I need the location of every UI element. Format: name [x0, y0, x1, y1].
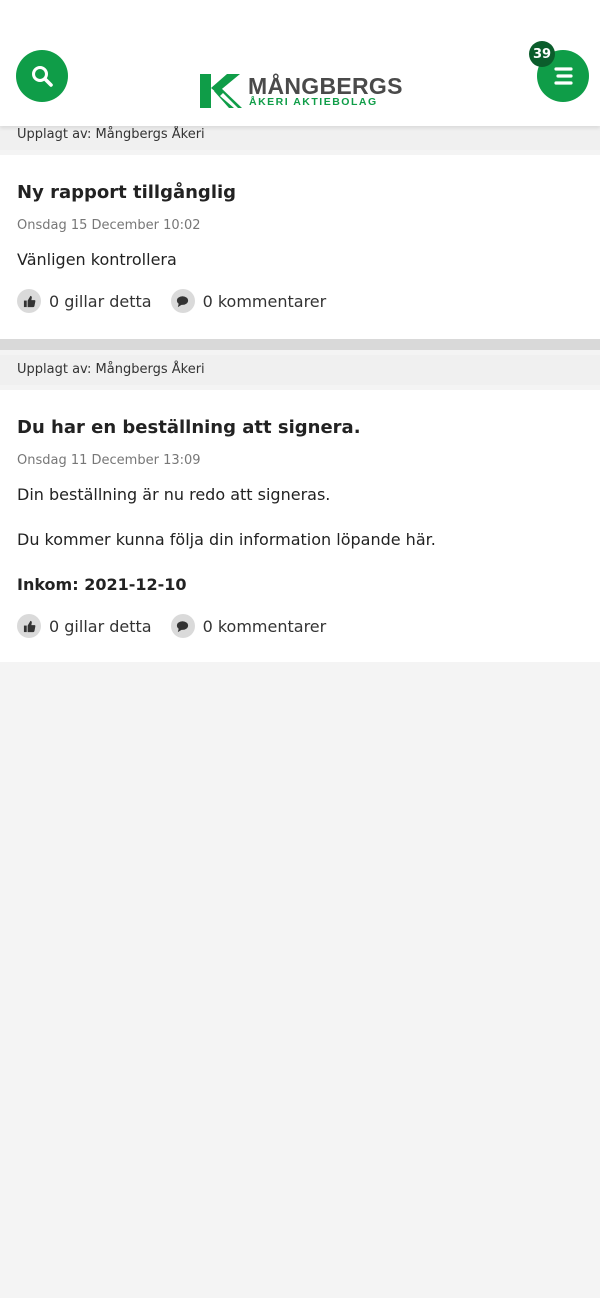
post-author-bar: Upplagt av: Mångbergs Åkeri [0, 355, 600, 385]
like-count: 0 gillar detta [49, 616, 152, 636]
post-card: Du har en beställning att signera. Onsda… [0, 390, 600, 662]
post-date: Onsdag 15 December 10:02 [17, 218, 201, 233]
post-actions: 0 gillar detta 0 kommentarer [17, 288, 345, 314]
post-date: Onsdag 11 December 13:09 [17, 453, 201, 468]
thumbs-up-icon [17, 289, 41, 313]
post-card: Ny rapport tillgånglig Onsdag 15 Decembe… [0, 155, 600, 339]
post-body-line: Din beställning är nu redo att signeras. [17, 485, 331, 504]
post-title: Du har en beställning att signera. [17, 417, 361, 438]
post-actions: 0 gillar detta 0 kommentarer [17, 613, 345, 639]
comment-count: 0 kommentarer [202, 616, 327, 636]
post-body: Vänligen kontrollera [17, 250, 177, 269]
like-count: 0 gillar detta [49, 291, 152, 311]
company-logo: MÅNGBERGS ÅKERI AKTIEBOLAG [200, 72, 408, 108]
post-author: Upplagt av: Mångbergs Åkeri [17, 127, 205, 142]
like-button[interactable]: 0 gillar detta [17, 614, 152, 638]
post-author: Upplagt av: Mångbergs Åkeri [17, 362, 205, 377]
comment-button[interactable]: 0 kommentarer [170, 289, 327, 313]
app-header: MÅNGBERGS ÅKERI AKTIEBOLAG 39 [0, 0, 600, 126]
search-icon [32, 66, 53, 87]
post-divider [0, 339, 600, 350]
post-received-date: Inkom: 2021-12-10 [17, 575, 187, 594]
thumbs-up-icon [17, 614, 41, 638]
comment-count: 0 kommentarer [202, 291, 327, 311]
logo-subtitle: ÅKERI AKTIEBOLAG [249, 96, 378, 108]
notification-badge: 39 [529, 41, 555, 67]
comment-icon [170, 289, 195, 313]
like-button[interactable]: 0 gillar detta [17, 289, 152, 313]
post-title: Ny rapport tillgånglig [17, 182, 237, 203]
menu-icon [554, 67, 573, 85]
comment-icon [170, 614, 195, 638]
post-body-line: Du kommer kunna följa din information lö… [17, 530, 436, 549]
logo-k-mark [200, 74, 242, 108]
comment-button[interactable]: 0 kommentarer [170, 614, 327, 638]
search-button[interactable] [16, 50, 68, 102]
